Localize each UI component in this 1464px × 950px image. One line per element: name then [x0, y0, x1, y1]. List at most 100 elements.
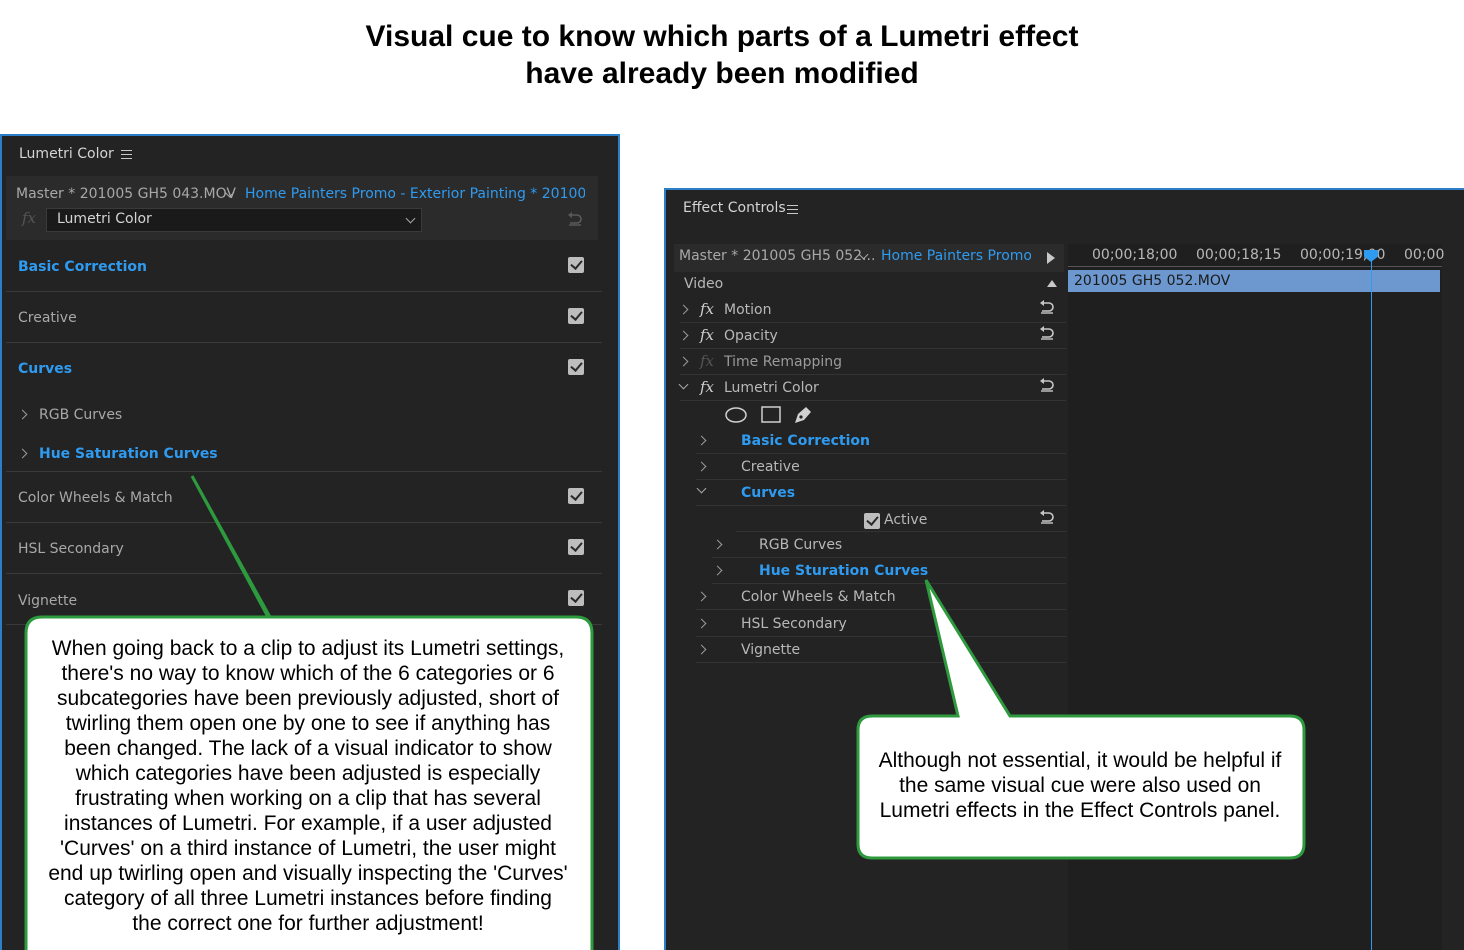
fx-icon[interactable]: fx: [700, 378, 714, 396]
panel-title[interactable]: Effect Controls: [683, 200, 786, 216]
chevron-right-icon[interactable]: [696, 618, 707, 629]
fx-icon[interactable]: fx: [700, 352, 714, 370]
effect-instance-select[interactable]: Lumetri Color: [46, 208, 422, 232]
enable-checkbox[interactable]: [568, 539, 584, 555]
category-basic-correction[interactable]: Basic Correction: [696, 428, 1066, 454]
category-curves[interactable]: Curves: [696, 480, 1066, 506]
hamburger-menu-icon[interactable]: [121, 150, 132, 159]
hamburger-menu-icon[interactable]: [787, 205, 798, 214]
chevron-right-icon[interactable]: [696, 461, 707, 472]
time-ruler-ticks: [1068, 266, 1442, 267]
ellipse-mask-icon[interactable]: [724, 406, 748, 424]
clip-name: 201005 GH5 052.MOV: [1074, 273, 1231, 289]
section-curves[interactable]: Curves RGB Curves Hue Saturation Curves: [6, 343, 602, 472]
chevron-right-icon[interactable]: [696, 644, 707, 655]
section-vignette[interactable]: Vignette: [6, 574, 602, 625]
panel-title[interactable]: Lumetri Color: [19, 146, 114, 162]
callout-line: which categories have been adjusted is e…: [75, 762, 541, 785]
section-label: Basic Correction: [18, 259, 147, 275]
subcategory-hue-saturation-curves[interactable]: Hue Sturation Curves: [712, 558, 1066, 584]
collapse-up-icon[interactable]: [1047, 280, 1057, 287]
chevron-right-icon[interactable]: [678, 356, 689, 367]
effect-row-motion[interactable]: fx Motion: [678, 297, 1066, 323]
category-label: HSL Secondary: [741, 616, 847, 632]
section-color-wheels-match[interactable]: Color Wheels & Match: [6, 472, 602, 523]
reset-icon[interactable]: [1038, 299, 1056, 315]
callout-line: Lumetri effects in the Effect Controls p…: [879, 799, 1281, 822]
pen-mask-icon[interactable]: [792, 404, 814, 426]
reset-icon[interactable]: [1038, 377, 1056, 393]
reset-icon[interactable]: [1038, 325, 1056, 341]
reset-icon[interactable]: [566, 211, 584, 227]
callout-line: the correct one for further adjustment!: [132, 912, 484, 935]
category-color-wheels-match[interactable]: Color Wheels & Match: [696, 584, 1066, 610]
category-hsl-secondary[interactable]: HSL Secondary: [696, 611, 1066, 637]
chevron-right-icon[interactable]: [712, 539, 723, 550]
section-label: Curves: [18, 361, 73, 377]
playhead-line[interactable]: [1371, 252, 1372, 950]
chevron-right-icon[interactable]: [678, 304, 689, 315]
chevron-right-icon[interactable]: [696, 435, 707, 446]
fx-icon[interactable]: fx: [700, 300, 714, 318]
timecode-label: 00;00: [1404, 247, 1445, 263]
sequence-clip-label[interactable]: Home Painters Promo - Exterior Painting …: [245, 186, 585, 202]
callout-line: category of all three Lumetri instances …: [64, 887, 552, 910]
master-clip-label[interactable]: Master * 201005 GH5 043.MOV: [16, 186, 236, 202]
effect-row-time-remapping[interactable]: fx Time Remapping: [678, 349, 1066, 375]
subsection-rgb-curves[interactable]: RGB Curves: [39, 407, 122, 423]
effect-timeline[interactable]: 00;00;18;00 00;00;18;15 00;00;19;00 00;0…: [1068, 244, 1445, 950]
callout-line: subcategories have been previously adjus…: [57, 687, 559, 710]
category-vignette[interactable]: Vignette: [696, 637, 1066, 663]
headline-line-1: Visual cue to know which parts of a Lume…: [365, 20, 1079, 53]
active-checkbox[interactable]: [864, 513, 880, 529]
clip-bar[interactable]: 201005 GH5 052.MOV: [1068, 270, 1440, 292]
section-label: Color Wheels & Match: [18, 490, 173, 506]
chevron-down-icon: [405, 213, 416, 224]
effect-label: Opacity: [724, 328, 778, 344]
headline: Visual cue to know which parts of a Lume…: [0, 18, 1444, 92]
enable-checkbox[interactable]: [568, 359, 584, 375]
effect-label: Motion: [724, 302, 772, 318]
subcategory-label: Hue Sturation Curves: [759, 563, 929, 579]
callout-line: the same visual cue were also used on: [899, 774, 1261, 797]
master-clip-label[interactable]: Master * 201005 GH5 052...: [679, 248, 875, 264]
section-hsl-secondary[interactable]: HSL Secondary: [6, 523, 602, 574]
chevron-right-icon[interactable]: [17, 409, 28, 420]
category-creative[interactable]: Creative: [696, 454, 1066, 480]
chevron-right-icon[interactable]: [678, 330, 689, 341]
callout-line: Although not essential, it would be help…: [878, 749, 1282, 772]
category-label: Creative: [741, 459, 800, 475]
callout-line: end up twirling open and visually inspec…: [48, 862, 568, 885]
video-header: Video: [684, 276, 724, 292]
effect-row-lumetri-color[interactable]: fx Lumetri Color: [678, 375, 1066, 401]
enable-checkbox[interactable]: [568, 257, 584, 273]
callout-line: frustrating when working on a clip that …: [75, 787, 541, 810]
show-timeline-icon[interactable]: [1046, 252, 1056, 264]
category-label: Color Wheels & Match: [741, 589, 896, 605]
effect-controls-panel: Effect Controls Master * 201005 GH5 052.…: [664, 188, 1464, 950]
section-label: Vignette: [18, 593, 78, 609]
subsection-hue-saturation-curves[interactable]: Hue Saturation Curves: [39, 446, 218, 462]
chevron-right-icon[interactable]: [17, 448, 28, 459]
fx-icon[interactable]: fx: [700, 326, 714, 344]
chevron-down-icon[interactable]: [678, 379, 689, 390]
section-creative[interactable]: Creative: [6, 292, 602, 343]
section-basic-correction[interactable]: Basic Correction: [6, 241, 602, 292]
chevron-right-icon[interactable]: [696, 591, 707, 602]
category-label: Vignette: [741, 642, 801, 658]
enable-checkbox[interactable]: [568, 590, 584, 606]
effect-row-opacity[interactable]: fx Opacity: [678, 323, 1066, 349]
rectangle-mask-icon[interactable]: [760, 406, 782, 424]
chevron-down-icon[interactable]: [696, 483, 707, 494]
chevron-right-icon[interactable]: [712, 565, 723, 576]
panel-tab-bar: Lumetri Color: [2, 136, 618, 174]
clip-selector-bar: Master * 201005 GH5 052... Home Painters…: [674, 244, 1064, 272]
fx-icon[interactable]: fx: [22, 209, 36, 227]
category-label: Curves: [741, 485, 796, 501]
enable-checkbox[interactable]: [568, 308, 584, 324]
curves-active-row[interactable]: Active: [736, 506, 1066, 532]
reset-icon[interactable]: [1038, 509, 1056, 525]
sequence-clip-label[interactable]: Home Painters Promo...: [881, 248, 1031, 264]
subcategory-rgb-curves[interactable]: RGB Curves: [712, 532, 1066, 558]
enable-checkbox[interactable]: [568, 488, 584, 504]
